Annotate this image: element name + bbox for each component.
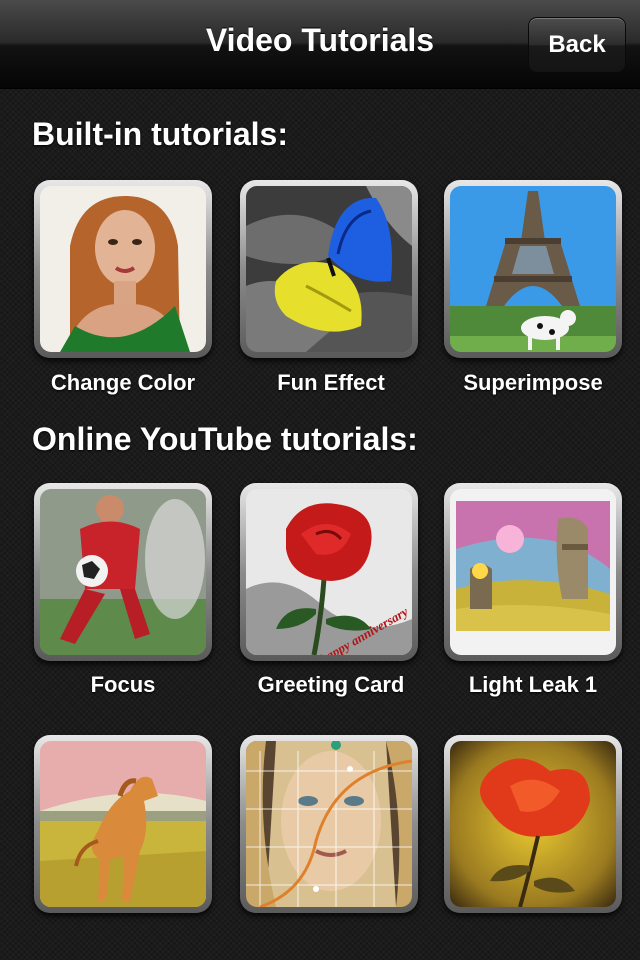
horse-thumbnail — [40, 741, 206, 907]
focus-thumbnail — [40, 489, 206, 655]
tutorial-fun-effect-label: Fun Effect — [277, 370, 385, 395]
navigation-bar: Video Tutorials Back — [0, 0, 640, 89]
change-color-thumbnail — [40, 186, 206, 352]
tutorial-superimpose-label: Superimpose — [463, 370, 603, 395]
back-button[interactable]: Back — [528, 17, 626, 73]
grunge-flower-thumbnail — [450, 741, 616, 907]
online-tutorials-heading: Online YouTube tutorials: — [32, 421, 418, 457]
tutorial-greeting-card-tile[interactable]: happy anniversary — [240, 483, 418, 661]
tutorial-greeting-card-label: Greeting Card — [257, 672, 405, 697]
tutorial-curves-tile[interactable] — [240, 735, 418, 913]
tutorial-superimpose-tile[interactable] — [444, 180, 622, 358]
fun-effect-thumbnail — [246, 186, 412, 352]
tutorial-change-color-tile[interactable] — [34, 180, 212, 358]
tutorial-light-leak-1-tile[interactable] — [444, 483, 622, 661]
light-leak-1-thumbnail — [450, 489, 616, 655]
tutorial-change-color-label: Change Color — [50, 370, 196, 395]
tutorial-focus-tile[interactable] — [34, 483, 212, 661]
tutorial-horse-tile[interactable] — [34, 735, 212, 913]
greeting-card-thumbnail: happy anniversary — [246, 489, 412, 655]
superimpose-thumbnail — [450, 186, 616, 352]
tutorial-focus-label: Focus — [90, 672, 156, 697]
tutorial-light-leak-1-label: Light Leak 1 — [468, 672, 598, 697]
curves-thumbnail — [246, 741, 412, 907]
tutorial-grunge-flower-tile[interactable] — [444, 735, 622, 913]
tutorial-fun-effect-tile[interactable] — [240, 180, 418, 358]
builtin-tutorials-heading: Built-in tutorials: — [32, 116, 288, 152]
